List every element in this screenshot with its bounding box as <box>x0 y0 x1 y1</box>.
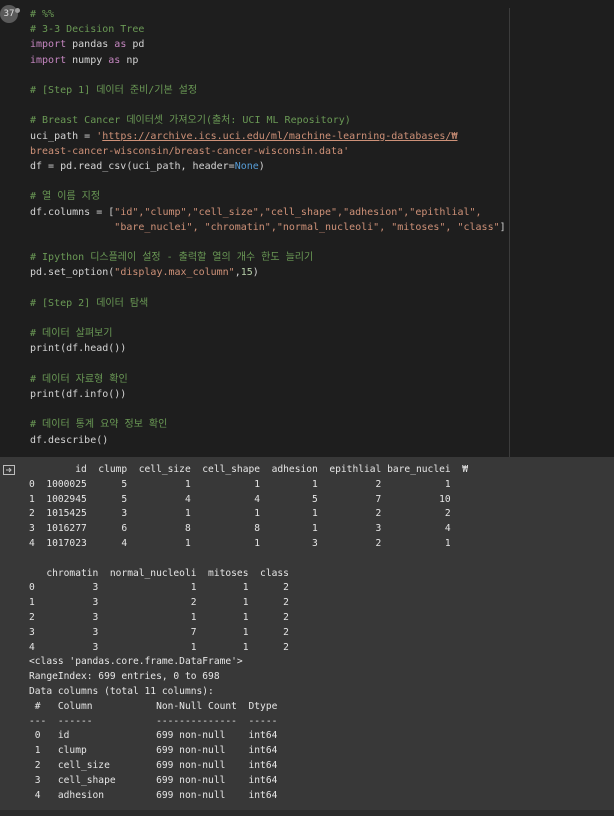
code-editor[interactable]: # %% # 3-3 Decision Tree import pandas as … <box>22 0 508 457</box>
code-token: "bare_nuclei", "chromatin","normal_nucle… <box>114 221 500 233</box>
code-token: pd <box>126 39 145 51</box>
output-line: 4 3 1 1 2 <box>29 641 289 653</box>
code-line: # [Step 2] 데이터 탐색 <box>30 296 506 311</box>
output-line: 4 1017023 4 1 1 3 2 1 <box>29 537 451 549</box>
code-token: import <box>30 39 67 51</box>
code-token: as <box>114 39 127 51</box>
output-toggle-icon[interactable] <box>3 465 15 475</box>
code-line: # 열 이름 지정 <box>30 189 506 204</box>
code-token: ) <box>258 161 265 173</box>
output-line: --- ------ -------------- ----- <box>29 715 278 727</box>
code-line: breast-cancer-wisconsin/breast-cancer-wi… <box>30 144 506 159</box>
code-line: # [Step 1] 데이터 준비/기본 설정 <box>30 83 506 98</box>
code-line: # 데이터 통계 요약 정보 확인 <box>30 417 506 432</box>
output-text: id clump cell_size cell_shape adhesion e… <box>29 463 468 803</box>
code-text[interactable]: # %% # 3-3 Decision Tree import pandas as … <box>30 7 506 448</box>
code-token: numpy <box>66 54 109 66</box>
code-line: # Ipython 디스플레이 설정 - 출력할 열의 개수 한도 늘리기 <box>30 250 506 265</box>
code-token: ] <box>499 221 506 233</box>
code-line: # %% <box>30 7 506 22</box>
code-line: # 3-3 Decision Tree <box>30 22 506 37</box>
output-line: 4 adhesion 699 non-null int64 <box>29 789 278 801</box>
output-area: id clump cell_size cell_shape adhesion e… <box>0 457 614 816</box>
code-token: # 열 이름 지정 <box>30 191 101 203</box>
code-token: np <box>120 54 139 66</box>
code-token: # %% <box>30 9 55 20</box>
code-line: df = pd.read_csv(uci_path, header=None) <box>30 159 506 174</box>
code-token: uci_path = <box>30 130 97 142</box>
code-link[interactable]: https://archive.ics.uci.edu/ml/machine-l… <box>102 131 457 142</box>
code-line: # 데이터 자료형 확인 <box>30 372 506 387</box>
output-line: chromatin normal_nucleoli mitoses class <box>29 567 289 579</box>
run-state-dot-icon <box>15 8 20 13</box>
code-token: breast-cancer-wisconsin/breast-cancer-wi… <box>30 145 350 157</box>
code-token: as <box>108 54 121 66</box>
code-token: df.columns = [ <box>30 206 115 218</box>
code-token: "id","clump","cell_size","cell_shape","a… <box>114 206 482 218</box>
output-line: 3 1016277 6 8 8 1 3 4 <box>29 523 451 535</box>
output-line: id clump cell_size cell_shape adhesion e… <box>29 464 468 475</box>
code-line: df.describe() <box>30 433 506 448</box>
code-token: # Ipython 디스플레이 설정 - 출력할 열의 개수 한도 늘리기 <box>30 252 314 264</box>
code-token: df.describe() <box>30 434 109 446</box>
output-line: 2 cell_size 699 non-null int64 <box>29 759 278 771</box>
status-strip <box>0 810 614 816</box>
code-token: # Breast Cancer 데이터셋 가져오기(출처: UCI ML Rep… <box>30 115 351 127</box>
code-token: print(df.info()) <box>30 389 127 401</box>
output-line: 3 3 7 1 2 <box>29 626 289 638</box>
code-token: # [Step 1] 데이터 준비/기본 설정 <box>30 85 198 97</box>
code-token: pandas <box>66 39 115 51</box>
code-token: None <box>234 161 259 173</box>
code-token: "display.max_column" <box>114 267 235 279</box>
code-token: # 데이터 자료형 확인 <box>30 373 128 385</box>
output-line: 2 3 1 1 2 <box>29 611 289 623</box>
code-token: print(df.head()) <box>30 343 127 355</box>
code-line: print(df.head()) <box>30 341 506 356</box>
code-line: # 데이터 살펴보기 <box>30 326 506 341</box>
output-line: 1 3 2 1 2 <box>29 597 289 609</box>
code-token: df = pd.read_csv(uci_path, header= <box>30 161 235 173</box>
code-token: pd.set_option( <box>30 267 115 279</box>
code-line: pd.set_option("display.max_column",15) <box>30 265 506 280</box>
code-line: df.columns = ["id","clump","cell_size","… <box>30 205 506 220</box>
code-token: # 3-3 Decision Tree <box>30 24 145 36</box>
code-cell[interactable]: 37 # %% # 3-3 Decision Tree import pandas … <box>0 0 614 457</box>
editor-ruler <box>509 8 510 457</box>
output-line: 1 1002945 5 4 4 5 7 10 <box>29 493 451 505</box>
code-line: import pandas as pd <box>30 37 506 52</box>
output-line: 0 id 699 non-null int64 <box>29 730 278 742</box>
output-line: Data columns (total 11 columns): <box>29 685 214 697</box>
code-token: ) <box>252 267 259 279</box>
output-line: <class 'pandas.core.frame.DataFrame'> <box>29 656 243 668</box>
output-line: 1 clump 699 non-null int64 <box>29 745 278 757</box>
code-line: import numpy as np <box>30 53 506 68</box>
code-token: # 데이터 통계 요약 정보 확인 <box>30 419 168 431</box>
code-line: # Breast Cancer 데이터셋 가져오기(출처: UCI ML Rep… <box>30 113 506 128</box>
output-line: RangeIndex: 699 entries, 0 to 698 <box>29 671 220 683</box>
code-token: import <box>30 54 67 66</box>
output-line: 0 1000025 5 1 1 1 2 1 <box>29 478 451 490</box>
code-token: 15 <box>240 267 253 279</box>
output-line: # Column Non-Null Count Dtype <box>29 700 278 712</box>
output-line: 3 cell_shape 699 non-null int64 <box>29 774 278 786</box>
code-line: print(df.info()) <box>30 387 506 402</box>
code-token: # [Step 2] 데이터 탐색 <box>30 297 149 309</box>
output-line: 2 1015425 3 1 1 1 2 2 <box>29 508 451 520</box>
code-line: uci_path = 'https://archive.ics.uci.edu/… <box>30 129 506 144</box>
code-line: "bare_nuclei", "chromatin","normal_nucle… <box>30 220 506 235</box>
code-token: # 데이터 살펴보기 <box>30 328 113 340</box>
output-line: 0 3 1 1 2 <box>29 582 289 594</box>
